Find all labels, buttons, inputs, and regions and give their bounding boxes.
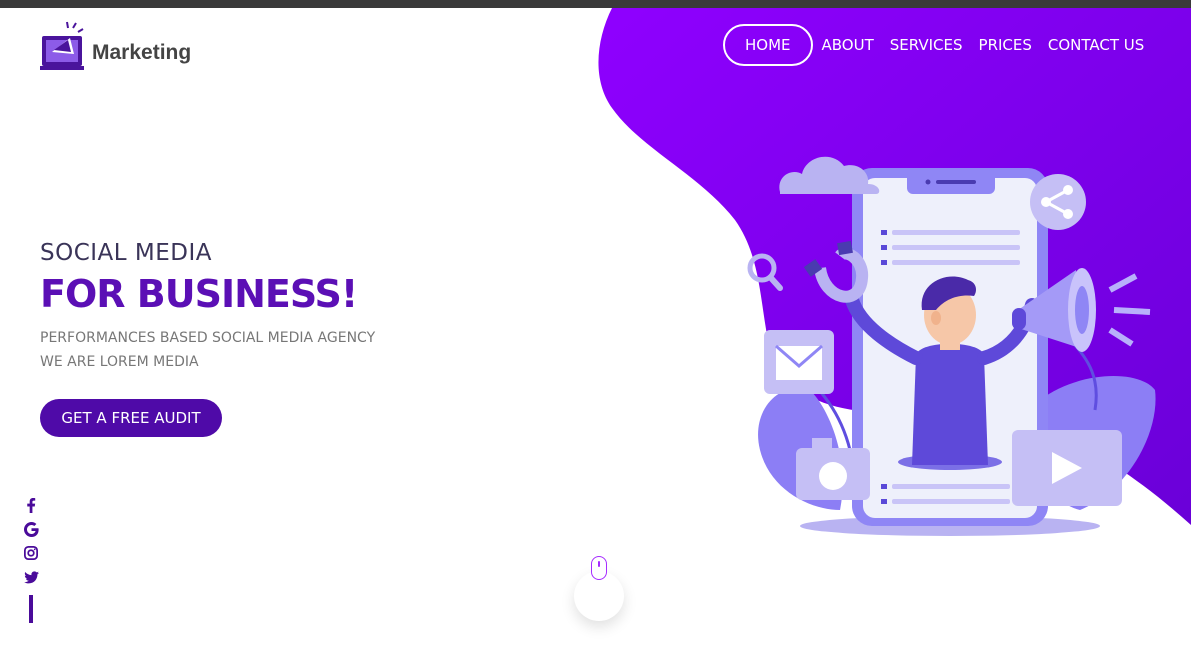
get-free-audit-button[interactable]: GET A FREE AUDIT	[40, 399, 222, 437]
megaphone-laptop-icon	[40, 21, 84, 70]
magnifier-icon	[747, 253, 783, 291]
nav-services[interactable]: SERVICES	[890, 36, 963, 54]
brand-logo[interactable]: Marketing	[40, 20, 191, 72]
twitter-icon[interactable]	[23, 569, 39, 585]
share-icon	[1030, 174, 1086, 230]
social-divider-line	[29, 595, 33, 623]
nav-contact-us[interactable]: CONTACT US	[1048, 36, 1144, 54]
social-links	[20, 497, 42, 623]
hero-description-line-2: WE ARE LOREM MEDIA	[40, 354, 199, 370]
hero-description: PERFORMANCES BASED SOCIAL MEDIA AGENCY W…	[40, 326, 375, 374]
hero-description-line-1: PERFORMANCES BASED SOCIAL MEDIA AGENCY	[40, 330, 376, 346]
nav-prices[interactable]: PRICES	[979, 36, 1032, 54]
mouse-wheel	[598, 561, 600, 567]
hero-subtitle: SOCIAL MEDIA	[40, 240, 213, 266]
cloud-icon	[779, 156, 880, 194]
nav-home[interactable]: HOME	[723, 24, 813, 66]
person-body	[912, 343, 988, 465]
instagram-icon[interactable]	[23, 545, 39, 561]
main-nav: HOME ABOUT SERVICES PRICES CONTACT US	[723, 24, 1160, 66]
google-icon[interactable]	[23, 521, 39, 537]
mail-icon	[764, 330, 834, 394]
hero-section: SOCIAL MEDIA FOR BUSINESS! PERFORMANCES …	[40, 240, 375, 374]
facebook-icon[interactable]	[23, 497, 39, 513]
hero-title: FOR BUSINESS!	[40, 272, 358, 316]
brand-name: Marketing	[92, 41, 192, 64]
video-play-icon	[1012, 430, 1122, 506]
nav-about[interactable]: ABOUT	[822, 36, 874, 54]
social-media-illustration	[747, 156, 1156, 536]
mouse-scroll-icon	[591, 556, 607, 580]
